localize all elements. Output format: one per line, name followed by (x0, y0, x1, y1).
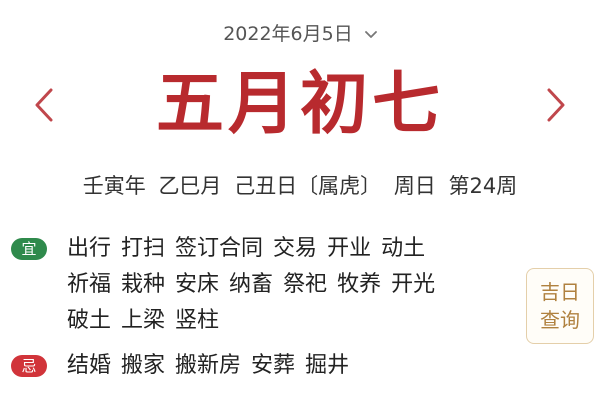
yi-item: 出行 (67, 236, 112, 261)
ganzhi-year: 壬寅年 (82, 174, 146, 198)
yi-item: 上梁 (121, 308, 166, 333)
ganzhi-day-group: 己丑日〔属虎〕 (234, 174, 381, 198)
date-picker[interactable]: 2022年6月5日 (0, 19, 600, 46)
yi-item: 破土 (67, 308, 112, 333)
ji-item: 搬家 (121, 353, 166, 378)
yi-item: 祈福 (67, 272, 112, 297)
yi-item: 祭祀 (283, 272, 328, 297)
yi-line: 破土 上梁 竖柱 (67, 303, 517, 339)
ji-line: 结婚 搬家 搬新房 安葬 掘井 (67, 348, 517, 384)
ganzhi-day: 己丑日 (234, 174, 298, 198)
auspicious-button-line1: 吉日 (540, 280, 580, 304)
ji-item: 搬新房 (175, 353, 242, 378)
ji-item: 安葬 (251, 353, 296, 378)
ji-item: 结婚 (67, 353, 112, 378)
ganzhi-info: 壬寅年 乙巳月 己丑日〔属虎〕 周日 第24周 (0, 170, 600, 200)
yi-item: 栽种 (121, 272, 166, 297)
auspicious-button-line2: 查询 (540, 308, 580, 332)
yi-item: 安床 (175, 272, 220, 297)
yi-line: 祈福 栽种 安床 纳畜 祭祀 牧养 开光 (67, 267, 517, 303)
yi-item: 签订合同 (175, 236, 264, 261)
weekday: 周日 (393, 174, 436, 198)
yi-activity-list: 出行 打扫 签订合同 交易 开业 动土 祈福 栽种 安床 纳畜 祭祀 牧养 开光 破土 上梁 竖柱 (67, 231, 517, 339)
yi-item: 竖柱 (175, 308, 220, 333)
yi-item: 动土 (381, 236, 426, 261)
yi-line: 出行 打扫 签订合同 交易 开业 动土 (67, 231, 517, 267)
yi-item: 牧养 (337, 272, 382, 297)
yi-item: 交易 (273, 236, 318, 261)
yi-item: 开业 (327, 236, 372, 261)
ji-activity-list: 结婚 搬家 搬新房 安葬 掘井 (67, 348, 517, 384)
lunar-date: 五月初七 (155, 64, 444, 144)
chevron-down-icon (364, 22, 377, 44)
zodiac: 〔属虎〕 (297, 174, 382, 198)
ji-badge: 忌 (11, 355, 47, 377)
ganzhi-month: 乙巳月 (158, 174, 222, 198)
yi-badge: 宜 (11, 238, 47, 260)
week-number: 第24周 (448, 174, 518, 198)
yi-item: 开光 (391, 272, 436, 297)
yi-item: 纳畜 (229, 272, 274, 297)
ji-item: 掘井 (305, 353, 350, 378)
yi-item: 打扫 (121, 236, 166, 261)
solar-date: 2022年6月5日 (223, 23, 353, 45)
auspicious-day-search-button[interactable]: 吉日 查询 (526, 268, 594, 344)
